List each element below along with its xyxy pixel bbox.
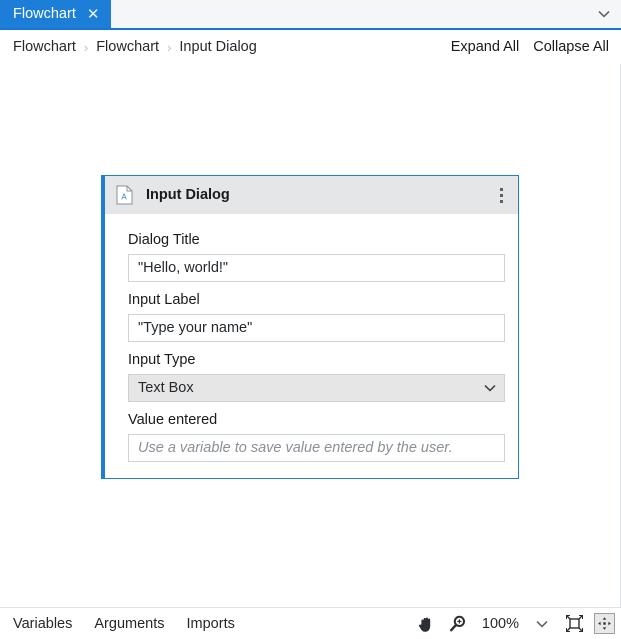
input-label-input[interactable]: "Type your name": [128, 314, 505, 342]
field-value-entered: Value entered Use a variable to save val…: [114, 404, 507, 462]
breadcrumb-item-1[interactable]: Flowchart: [96, 39, 159, 55]
imports-panel-button[interactable]: Imports: [187, 616, 235, 632]
breadcrumb-item-0[interactable]: Flowchart: [13, 39, 76, 55]
arguments-panel-button[interactable]: Arguments: [94, 616, 164, 632]
breadcrumb: Flowchart › Flowchart › Input Dialog: [13, 39, 451, 55]
breadcrumb-separator-icon: ›: [167, 40, 171, 55]
expand-all-button[interactable]: Expand All: [451, 39, 520, 55]
activity-card-title: Input Dialog: [146, 187, 490, 203]
kebab-menu-icon[interactable]: [490, 182, 512, 208]
breadcrumb-item-2[interactable]: Input Dialog: [179, 39, 256, 55]
field-input-label-label: Input Label: [114, 284, 507, 314]
activity-card-body: Dialog Title "Hello, world!" Input Label…: [105, 214, 518, 478]
status-bar: Variables Arguments Imports 100%: [0, 607, 621, 639]
field-input-type-label: Input Type: [114, 344, 507, 374]
breadcrumb-separator-icon: ›: [84, 40, 88, 55]
activity-card-header[interactable]: A Input Dialog: [105, 176, 518, 214]
chevron-down-icon[interactable]: [587, 0, 621, 28]
input-type-select[interactable]: Text Box: [128, 374, 505, 402]
tab-bar: Flowchart ✕: [0, 0, 621, 30]
hand-pan-icon[interactable]: [416, 613, 438, 635]
tab-flowchart-label: Flowchart: [13, 7, 76, 22]
breadcrumb-actions: Expand All Collapse All: [451, 39, 609, 55]
activity-card-input-dialog[interactable]: A Input Dialog Dialog Title "Hello, worl…: [101, 175, 519, 479]
field-input-label: Input Label "Type your name": [114, 284, 507, 342]
dialog-title-input[interactable]: "Hello, world!": [128, 254, 505, 282]
center-diagram-icon[interactable]: [594, 613, 615, 634]
magnifier-plus-icon[interactable]: [447, 613, 469, 635]
value-entered-input[interactable]: Use a variable to save value entered by …: [128, 434, 505, 462]
field-dialog-title-label: Dialog Title: [114, 224, 507, 254]
field-input-type: Input Type Text Box: [114, 344, 507, 402]
field-dialog-title: Dialog Title "Hello, world!": [114, 224, 507, 282]
fit-to-screen-icon[interactable]: [563, 613, 585, 635]
flowchart-canvas[interactable]: A Input Dialog Dialog Title "Hello, worl…: [0, 64, 621, 607]
tab-bar-spacer: [111, 0, 587, 28]
tab-flowchart[interactable]: Flowchart ✕: [0, 0, 111, 28]
document-icon: A: [116, 185, 133, 205]
status-bar-tools: 100%: [416, 613, 615, 635]
document-icon-letter: A: [121, 193, 127, 202]
status-bar-links: Variables Arguments Imports: [13, 616, 416, 632]
input-type-select-value: Text Box: [138, 380, 484, 396]
collapse-all-button[interactable]: Collapse All: [533, 39, 609, 55]
chevron-down-icon: [484, 384, 496, 392]
chevron-down-icon[interactable]: [530, 613, 554, 635]
zoom-level-value: 100%: [482, 616, 519, 632]
breadcrumb-bar: Flowchart › Flowchart › Input Dialog Exp…: [0, 30, 621, 65]
field-value-entered-label: Value entered: [114, 404, 507, 434]
close-icon[interactable]: ✕: [85, 6, 102, 23]
variables-panel-button[interactable]: Variables: [13, 616, 72, 632]
